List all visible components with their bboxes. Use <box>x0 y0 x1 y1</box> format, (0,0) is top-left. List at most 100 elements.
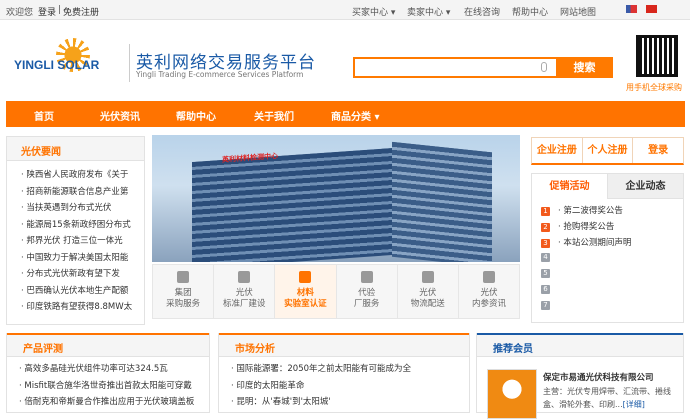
recommended-member-panel: 推荐会员 保定市易通光伏科技有限公司 主营：光伏专用焊带、汇流带、捲线盒、滑轮外… <box>476 333 684 419</box>
rank-badge: 4 <box>541 253 550 262</box>
promo-item[interactable]: · 抢购得奖公告 <box>558 222 614 232</box>
tab-promotions[interactable]: 促销活动 <box>532 174 607 199</box>
label: 标准厂建设 <box>223 299 266 309</box>
review-item[interactable]: · 高效多晶硅光伏组件功率可达324.5瓦 <box>7 361 209 378</box>
panel-title: 光伏要闻 <box>7 137 144 161</box>
news-item[interactable]: · 陕西省人民政府发布《关于 <box>7 167 144 184</box>
nav-pv-news[interactable]: 光伏资讯 <box>100 108 140 123</box>
panel-title: 市场分析 <box>219 333 469 357</box>
microphone-icon[interactable] <box>541 62 547 72</box>
news-item[interactable]: · 招商新能源联合信息产业第 <box>7 184 144 201</box>
qr-caption: 用手机全球采购 <box>626 83 682 92</box>
main-nav: 首页 光伏资讯 帮助中心 关于我们 商品分类 ▾ <box>6 101 685 127</box>
file-icon <box>360 271 373 283</box>
rank-badge: 2 <box>541 223 550 232</box>
market-analysis-panel: 市场分析 · 国际能源署：2050年之前太阳能有可能成为全 · 印度的太阳能革命… <box>218 333 470 413</box>
member-description: 主营：光伏专用焊带、汇流带、捲线盒、滑轮外套、印刷...[详细] <box>543 385 679 411</box>
divider <box>129 44 130 82</box>
buyer-center-menu[interactable]: 买家中心 ▾ <box>352 5 395 18</box>
logistics-icon <box>421 271 434 283</box>
help-center-link[interactable]: 帮助中心 <box>512 5 548 18</box>
news-item[interactable]: · 当扶英遇到分布式光伏 <box>7 200 144 217</box>
rank-badge: 5 <box>541 269 550 278</box>
service-standard-factory[interactable]: 光伏 标准厂建设 <box>214 265 276 318</box>
review-item[interactable]: · Misfit联合施华洛世奇推出首款太阳能可穿戴 <box>7 378 209 395</box>
materials-icon <box>299 271 312 283</box>
news-item[interactable]: · 分布式光伏新政有望下发 <box>7 266 144 283</box>
online-consult-link[interactable]: 在线咨询 <box>464 5 500 18</box>
rank-badge: 3 <box>541 239 550 248</box>
rank-badge: 7 <box>541 301 550 310</box>
login-button[interactable]: 登录 <box>633 138 683 163</box>
service-insider-news[interactable]: 光伏 内参资讯 <box>459 265 519 318</box>
document-icon <box>238 271 251 283</box>
account-buttons: 企业注册 个人注册 登录 <box>531 137 684 165</box>
label: 材料 <box>296 288 314 298</box>
review-item[interactable]: · 倍耐克和帝斯曼合作推出应用于光伏玻璃盖板 <box>7 394 209 411</box>
details-link[interactable]: [详细] <box>623 400 645 409</box>
label: 光伏 <box>480 288 498 298</box>
cn-flag-icon[interactable] <box>646 5 657 13</box>
news-item[interactable]: · 邦界光伏 打造三位一体光 <box>7 233 144 250</box>
news-item[interactable]: · 能源局15条新政纾困分布式 <box>7 217 144 234</box>
rank-badge: 6 <box>541 285 550 294</box>
service-logistics[interactable]: 光伏 物流配送 <box>398 265 459 318</box>
news-item[interactable]: · 巴西确认光伏本地生产配额 <box>7 283 144 300</box>
seller-center-menu[interactable]: 卖家中心 ▾ <box>407 5 450 18</box>
news-item[interactable]: · 中国致力于解决美国太阳能 <box>7 250 144 267</box>
member-logo[interactable] <box>487 369 537 419</box>
logo-text: YINGLI SOLAR <box>14 58 100 72</box>
divider: | <box>58 5 62 15</box>
service-inspection[interactable]: 代验 厂服务 <box>337 265 398 318</box>
building <box>392 141 492 262</box>
login-link[interactable]: 登录 <box>38 5 56 18</box>
label: 采购服务 <box>166 299 201 309</box>
nav-help[interactable]: 帮助中心 <box>176 108 216 123</box>
services-bar: 集团 采购服务 光伏 标准厂建设 材料 实验室认证 代验 厂服务 光伏 物流配送 光伏 内参… <box>152 264 520 319</box>
qr-code <box>636 35 678 77</box>
label: 内参资讯 <box>471 299 506 309</box>
label: 光伏 <box>235 288 253 298</box>
book-icon <box>482 271 495 283</box>
search-box: 搜索 <box>353 57 613 78</box>
news-item[interactable]: · 印度铁路有望获得8.8MW太 <box>7 299 144 316</box>
tab-company-news[interactable]: 企业动态 <box>607 174 683 199</box>
logo[interactable]: YINGLI SOLAR <box>14 38 124 86</box>
nav-about[interactable]: 关于我们 <box>254 108 294 123</box>
panel-title: 推荐会员 <box>477 333 683 357</box>
building <box>192 148 392 262</box>
promo-item[interactable]: · 第二波得奖公告 <box>558 206 623 216</box>
search-input[interactable] <box>355 59 545 76</box>
banner-image[interactable]: 英利材料检测中心 <box>152 135 520 262</box>
panel-title: 产品评测 <box>7 333 209 357</box>
market-item[interactable]: · 昆明：从'春城'到'太阳城' <box>219 394 469 411</box>
market-item[interactable]: · 国际能源署：2050年之前太阳能有可能成为全 <box>219 361 469 378</box>
nav-home[interactable]: 首页 <box>34 108 54 123</box>
company-register-button[interactable]: 企业注册 <box>532 138 583 163</box>
product-review-panel: 产品评测 · 高效多晶硅光伏组件功率可达324.5瓦 · Misfit联合施华洛… <box>6 333 210 413</box>
rank-badge: 1 <box>541 207 550 216</box>
sitemap-link[interactable]: 网站地图 <box>560 5 596 18</box>
search-button[interactable]: 搜索 <box>556 57 613 78</box>
member-company[interactable]: 保定市易通光伏科技有限公司 <box>543 371 654 383</box>
service-group-purchase[interactable]: 集团 采购服务 <box>153 265 215 318</box>
welcome-text: 欢迎您 <box>6 8 34 18</box>
service-lab-certification[interactable]: 材料 实验室认证 <box>275 265 337 318</box>
platform-subtitle: Yingli Trading E-commerce Services Platf… <box>136 70 304 79</box>
promo-panel: 促销活动 企业动态 1 · 第二波得奖公告 2 · 抢购得奖公告 3 · 本站公测期间… <box>531 173 684 323</box>
personal-register-button[interactable]: 个人注册 <box>583 138 634 163</box>
pv-news-panel: 光伏要闻 · 陕西省人民政府发布《关于 · 招商新能源联合信息产业第 · 当扶英… <box>6 136 145 325</box>
label: 光伏 <box>419 288 437 298</box>
top-bar: 欢迎您 登录 | 免费注册 买家中心 ▾ 卖家中心 ▾ 在线咨询 帮助中心 网站… <box>0 0 690 20</box>
label: 实验室认证 <box>284 299 327 309</box>
label: 集团 <box>174 288 192 298</box>
promo-item[interactable]: · 本站公测期间声明 <box>558 238 631 248</box>
label: 厂服务 <box>353 299 380 309</box>
nav-categories[interactable]: 商品分类 ▾ <box>331 108 380 123</box>
us-flag-icon[interactable] <box>626 5 637 13</box>
group-icon <box>177 271 190 283</box>
label: 物流配送 <box>410 299 445 309</box>
label: 代验 <box>358 288 376 298</box>
market-item[interactable]: · 印度的太阳能革命 <box>219 378 469 395</box>
register-link[interactable]: 免费注册 <box>63 5 99 18</box>
